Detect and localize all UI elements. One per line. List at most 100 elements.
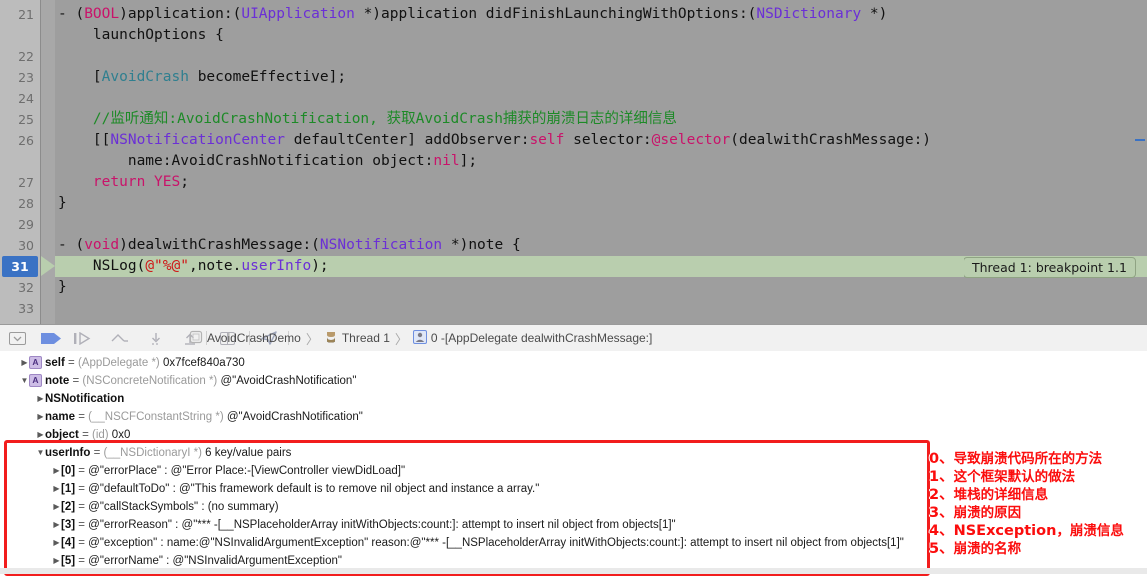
code-line[interactable]: 28}: [0, 193, 1147, 214]
line-number[interactable]: 23: [0, 67, 34, 88]
code-line-text: - (BOOL)application:(UIApplication *)app…: [58, 4, 887, 25]
code-line[interactable]: 22: [0, 46, 1147, 67]
disclosure-triangle-closed[interactable]: ▶: [52, 534, 61, 552]
equals-sign: =: [69, 375, 83, 387]
breadcrumb-item[interactable]: AvoidCrashDemo: [186, 330, 304, 347]
line-number[interactable]: 26: [0, 130, 34, 151]
code-line[interactable]: 26 [[NSNotificationCenter defaultCenter]…: [0, 130, 1147, 151]
code-token: becomeEffective];: [188, 69, 347, 85]
disclosure-triangle-closed[interactable]: ▶: [36, 390, 45, 408]
code-line-text: return YES;: [58, 172, 189, 193]
code-line-text: [[NSNotificationCenter defaultCenter] ad…: [58, 130, 931, 151]
line-number[interactable]: 33: [0, 298, 34, 319]
code-token: ;: [180, 174, 189, 190]
code-line[interactable]: 29: [0, 214, 1147, 235]
variable-row[interactable]: ▶name = (__NSCFConstantString *) @"Avoid…: [36, 408, 362, 426]
line-number[interactable]: 30: [0, 235, 34, 256]
disclosure-triangle-closed[interactable]: ▶: [20, 354, 29, 372]
variable-row[interactable]: ▶object = (id) 0x0: [36, 426, 130, 444]
variable-row[interactable]: ▶[3] = @"errorReason" : @"*** -[__NSPlac…: [52, 516, 675, 534]
breadcrumb-label: AvoidCrashDemo: [207, 331, 301, 345]
disclosure-triangle-closed[interactable]: ▶: [36, 408, 45, 426]
step-out-icon[interactable]: [147, 329, 165, 347]
equals-sign: =: [75, 501, 89, 513]
variable-name: [0]: [61, 465, 76, 477]
variable-row[interactable]: ▶NSNotification: [36, 390, 124, 408]
code-token: [[: [58, 132, 111, 148]
disclosure-triangle-closed[interactable]: ▶: [52, 498, 61, 516]
code-token: }: [58, 279, 67, 295]
variable-value: @"errorName" : @"NSInvalidArgumentExcept…: [88, 555, 342, 567]
variable-row[interactable]: ▶[4] = @"exception" : name:@"NSInvalidAr…: [52, 534, 903, 552]
variable-name: note: [45, 375, 70, 387]
breakpoint-annotation[interactable]: Thread 1: breakpoint 1.1: [956, 257, 1136, 278]
breadcrumb-item[interactable]: 0 -[AppDelegate dealwithCrashMessage:]: [410, 329, 655, 347]
variable-name: userInfo: [45, 447, 91, 459]
variable-type: (__NSDictionaryI *): [103, 447, 206, 459]
code-line[interactable]: 21 - (BOOL)application:(UIApplication *)a…: [0, 4, 1147, 25]
variable-type: (AppDelegate *): [77, 357, 163, 369]
annotation-index: 1、: [929, 469, 954, 485]
variable-row[interactable]: ▶[0] = @"errorPlace" : @"Error Place:-[V…: [52, 462, 405, 480]
code-token: @"%@": [145, 258, 189, 274]
annotation-index: 5、: [929, 541, 954, 557]
annotation-index: 0、: [929, 451, 954, 467]
line-number[interactable]: 21: [0, 4, 34, 25]
continue-icon[interactable]: [40, 329, 62, 347]
code-line[interactable]: 25 //监听通知:AvoidCrashNotification, 获取Avoi…: [0, 109, 1147, 130]
breadcrumb-item[interactable]: Thread 1: [321, 330, 393, 347]
thread-icon: [324, 330, 338, 347]
line-number[interactable]: 22: [0, 46, 34, 67]
line-number[interactable]: 32: [0, 277, 34, 298]
variable-row[interactable]: ▼ Anote = (NSConcreteNotification *) @"Av…: [20, 372, 356, 390]
code-line[interactable]: 27 return YES;: [0, 172, 1147, 193]
variable-row[interactable]: ▼userInfo = (__NSDictionaryI *) 6 key/va…: [36, 444, 292, 462]
code-line[interactable]: 33: [0, 298, 1147, 319]
code-line[interactable]: launchOptions {: [0, 25, 1147, 46]
equals-sign: =: [75, 537, 89, 549]
step-over-icon[interactable]: [72, 329, 94, 347]
annotation-emphasis: NSException: [953, 523, 1057, 539]
debug-bar[interactable]: AvoidCrashDemo 〉 Thread 1 〉 0 -[AppDelegate …: [0, 324, 1147, 352]
code-line-text: }: [58, 193, 67, 214]
disclosure-triangle-closed[interactable]: ▶: [36, 426, 45, 444]
annotation-text: 崩溃的名称: [953, 541, 1022, 557]
hide-debug-area-icon[interactable]: [8, 329, 26, 347]
line-number[interactable]: 25: [0, 109, 34, 130]
line-number[interactable]: 29: [0, 214, 34, 235]
disclosure-triangle-open[interactable]: ▼: [36, 444, 45, 462]
debug-breadcrumb[interactable]: AvoidCrashDemo 〉 Thread 1 〉 0 -[AppDelegate …: [186, 325, 655, 351]
line-number[interactable]: 24: [0, 88, 34, 109]
code-line[interactable]: 30 - (void)dealwithCrashMessage:(NSNotifi…: [0, 235, 1147, 256]
source-editor[interactable]: 21 - (BOOL)application:(UIApplication *)a…: [0, 0, 1147, 324]
disclosure-triangle-closed[interactable]: ▶: [52, 516, 61, 534]
code-line-text: - (void)dealwithCrashMessage:(NSNotifica…: [58, 235, 521, 256]
variable-row[interactable]: ▶ Aself = (AppDelegate *) 0x7fcef840a730: [20, 354, 245, 372]
annotation-text: 崩溃的原因: [953, 505, 1022, 521]
disclosure-triangle-open[interactable]: ▼: [20, 372, 29, 390]
code-line[interactable]: name:AvoidCrashNotification object:nil];: [0, 151, 1147, 172]
line-number[interactable]: 27: [0, 172, 34, 193]
variable-value: 6 key/value pairs: [205, 447, 292, 459]
step-into-icon[interactable]: [110, 329, 132, 347]
variable-row[interactable]: ▶[1] = @"defaultToDo" : @"This framework…: [52, 480, 539, 498]
annotation-text: ，崩溃信息: [1056, 523, 1124, 539]
variable-row[interactable]: ▶[2] = @"callStackSymbols" : (no summary…: [52, 498, 278, 516]
code-line[interactable]: 32}: [0, 277, 1147, 298]
code-token: return: [92, 174, 146, 190]
code-token: NSLog(: [58, 258, 146, 274]
variable-type: (__NSCFConstantString *): [88, 411, 227, 423]
variable-name: name: [45, 411, 76, 423]
code-token: )application:(: [119, 6, 242, 22]
disclosure-triangle-closed[interactable]: ▶: [52, 462, 61, 480]
code-line[interactable]: 24: [0, 88, 1147, 109]
line-number[interactable]: 28: [0, 193, 34, 214]
code-line[interactable]: 23 [AvoidCrash becomeEffective];: [0, 67, 1147, 88]
frame-icon: [412, 329, 427, 347]
code-token: userInfo: [241, 258, 312, 274]
disclosure-triangle-closed[interactable]: ▶: [52, 480, 61, 498]
current-line-number-badge[interactable]: 31: [2, 256, 38, 277]
variable-type: (id): [91, 429, 112, 441]
bottom-strip: [0, 568, 1147, 574]
code-token: void: [84, 237, 120, 253]
